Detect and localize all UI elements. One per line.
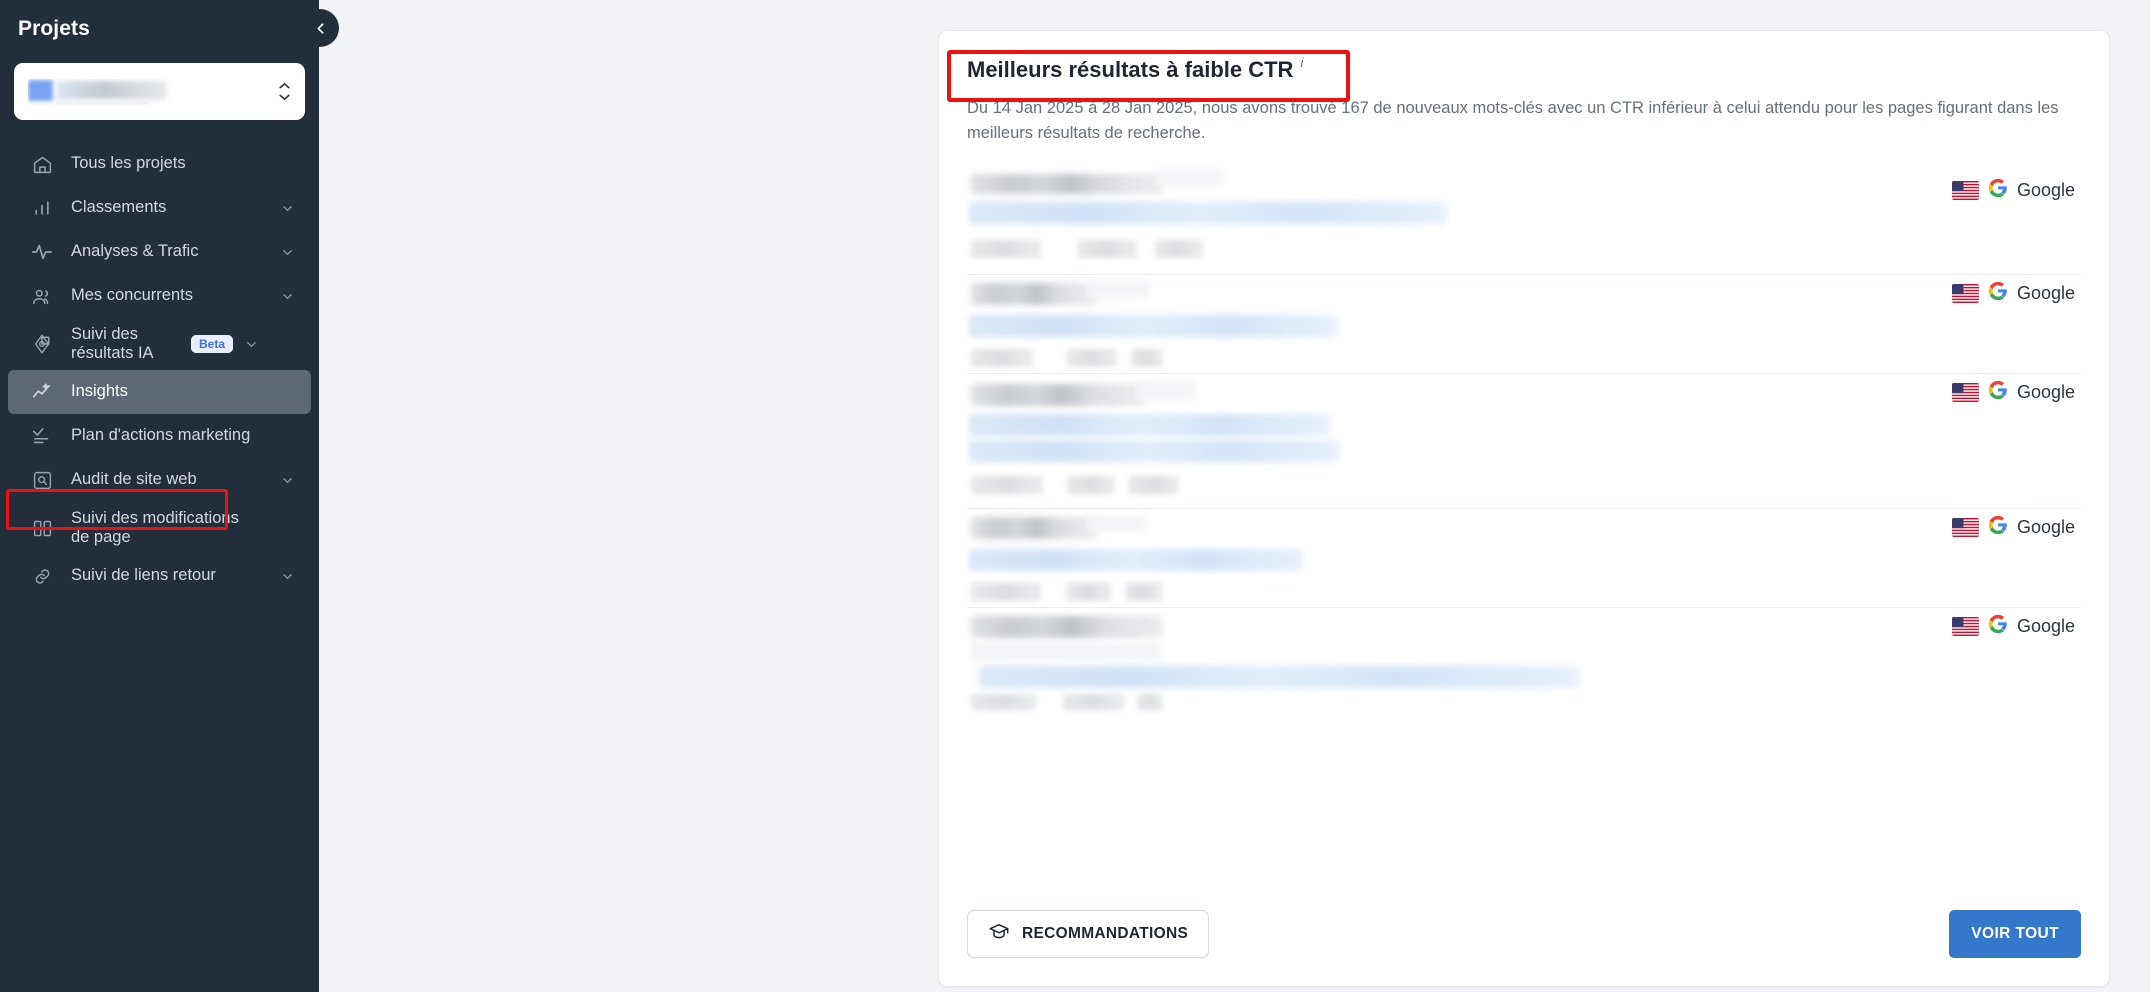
search-engine-label: Google xyxy=(1951,281,2081,306)
chevron-left-icon xyxy=(312,20,329,37)
insight-rows: Google Google Google Google Google xyxy=(939,170,2109,712)
engine-name: Google xyxy=(2016,616,2075,637)
row-content-redacted xyxy=(967,170,1952,274)
activity-icon xyxy=(30,240,54,264)
card-header: Meilleurs résultats à faible CTR i Du 14… xyxy=(939,31,2109,146)
sidebar: Projets Tous les projets Classements Ana… xyxy=(0,0,339,992)
sidebar-item-label: Analyses & Trafic xyxy=(71,242,199,261)
ai-node-icon xyxy=(30,332,54,356)
info-icon[interactable]: i xyxy=(1300,55,1303,70)
card-footer: RECOMMANDATIONS VOIR TOUT xyxy=(939,882,2109,986)
chevron-down-icon[interactable] xyxy=(243,336,259,352)
engine-name: Google xyxy=(2016,382,2075,403)
main-content: Meilleurs résultats à faible CTR i Du 14… xyxy=(319,0,2150,992)
sidebar-item-label: Suivi des résultats IA xyxy=(71,324,154,362)
table-row[interactable]: Google xyxy=(939,608,2109,712)
app-root: Projets Tous les projets Classements Ana… xyxy=(0,0,2150,992)
sidebar-item-label: Tous les projets xyxy=(71,154,186,173)
project-selector[interactable] xyxy=(14,63,305,120)
chevron-down-icon[interactable] xyxy=(279,200,295,216)
sidebar-item-classements[interactable]: Classements xyxy=(8,186,311,230)
sidebar-item-label: Suivi des modifications de page xyxy=(71,508,239,546)
search-engine-label: Google xyxy=(1951,515,2081,540)
sidebar-item-tous-les-projets[interactable]: Tous les projets xyxy=(8,142,311,186)
sidebar-item-suivi-resultats-ia[interactable]: Suivi des résultats IA Beta xyxy=(8,318,311,370)
sidebar-item-mes-concurrents[interactable]: Mes concurrents xyxy=(8,274,311,318)
us-flag-icon xyxy=(1951,518,1979,538)
sidebar-item-label: Classements xyxy=(71,198,167,217)
chevron-down-icon[interactable] xyxy=(279,244,295,260)
beta-badge: Beta xyxy=(191,335,234,353)
recommendations-button[interactable]: RECOMMANDATIONS xyxy=(967,910,1210,958)
sidebar-collapse-button[interactable] xyxy=(301,9,339,47)
us-flag-icon xyxy=(1951,383,1979,403)
project-favicon xyxy=(28,79,53,101)
bar-chart-icon xyxy=(30,196,54,220)
sidebar-item-analyses-trafic[interactable]: Analyses & Trafic xyxy=(8,230,311,274)
google-logo-icon xyxy=(1988,515,2008,540)
search-engine-label: Google xyxy=(1951,614,2081,639)
sidebar-item-audit-de-site-web[interactable]: Audit de site web xyxy=(8,458,311,502)
google-logo-icon xyxy=(1988,281,2008,306)
sidebar-item-label: Suivi de liens retour xyxy=(71,566,216,585)
sidebar-item-label: Audit de site web xyxy=(71,470,197,489)
project-selector-value xyxy=(28,79,269,105)
sidebar-item-insights[interactable]: Insights xyxy=(8,370,311,414)
page-title-text: Meilleurs résultats à faible CTR xyxy=(967,57,1294,82)
insights-icon xyxy=(30,380,54,404)
checklist-icon xyxy=(30,424,54,448)
chevron-down-icon[interactable] xyxy=(279,288,295,304)
sidebar-title: Projets xyxy=(18,17,90,40)
link-icon xyxy=(30,564,54,588)
us-flag-icon xyxy=(1951,617,1979,637)
sidebar-item-label: Mes concurrents xyxy=(71,286,193,305)
chevron-up-down-icon[interactable] xyxy=(275,78,293,106)
sidebar-item-suivi-modifications-page[interactable]: Suivi des modifications de page xyxy=(8,502,311,554)
users-icon xyxy=(30,284,54,308)
card-description: Du 14 Jan 2025 à 28 Jan 2025, nous avons… xyxy=(967,99,2059,143)
insight-card: Meilleurs résultats à faible CTR i Du 14… xyxy=(938,30,2110,987)
see-all-button[interactable]: VOIR TOUT xyxy=(1949,910,2081,958)
engine-name: Google xyxy=(2016,283,2075,304)
graduation-cap-icon xyxy=(988,921,1010,948)
engine-name: Google xyxy=(2016,180,2075,201)
row-content-redacted xyxy=(967,275,1952,373)
sidebar-item-label: Insights xyxy=(71,382,128,401)
us-flag-icon xyxy=(1951,284,1979,304)
table-row[interactable]: Google xyxy=(939,509,2109,607)
page-compare-icon xyxy=(30,516,54,540)
magnifier-box-icon xyxy=(30,468,54,492)
project-name-redacted xyxy=(56,80,166,100)
google-logo-icon xyxy=(1988,178,2008,203)
us-flag-icon xyxy=(1951,181,1979,201)
table-row[interactable]: Google xyxy=(939,275,2109,373)
chevron-down-icon[interactable] xyxy=(279,472,295,488)
sidebar-item-plan-actions-marketing[interactable]: Plan d'actions marketing xyxy=(8,414,311,458)
row-content-redacted xyxy=(967,608,1952,712)
sidebar-nav: Tous les projets Classements Analyses & … xyxy=(0,142,319,598)
home-icon xyxy=(30,152,54,176)
engine-name: Google xyxy=(2016,517,2075,538)
chevron-down-icon[interactable] xyxy=(279,568,295,584)
page-title: Meilleurs résultats à faible CTR i xyxy=(967,55,1303,83)
row-content-redacted xyxy=(967,509,1952,607)
search-engine-label: Google xyxy=(1951,380,2081,405)
table-row[interactable]: Google xyxy=(939,374,2109,508)
google-logo-icon xyxy=(1988,614,2008,639)
search-engine-label: Google xyxy=(1951,178,2081,203)
row-content-redacted xyxy=(967,374,1952,508)
project-subtitle-redacted xyxy=(56,99,148,105)
sidebar-item-suivi-liens-retour[interactable]: Suivi de liens retour xyxy=(8,554,311,598)
google-logo-icon xyxy=(1988,380,2008,405)
table-row[interactable]: Google xyxy=(939,170,2109,274)
recommendations-label: RECOMMANDATIONS xyxy=(1022,925,1189,942)
sidebar-item-label: Plan d'actions marketing xyxy=(71,426,251,445)
